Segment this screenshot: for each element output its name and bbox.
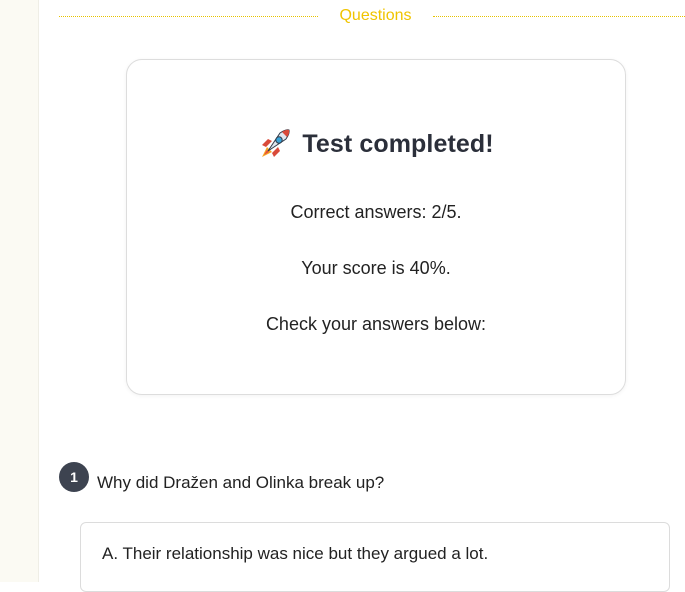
check-answers-text: Check your answers below: bbox=[265, 314, 487, 334]
section-title: Questions bbox=[339, 7, 412, 24]
left-rail bbox=[0, 0, 39, 582]
divider-line-left bbox=[59, 16, 318, 17]
rocket-icon bbox=[258, 127, 292, 161]
result-heading: Test completed! bbox=[127, 124, 625, 164]
question-text: Why did Dražen and Olinka break up? bbox=[97, 473, 385, 492]
divider-line-right bbox=[433, 16, 685, 17]
score-text: Your score is 40%. bbox=[301, 258, 451, 278]
question-number-badge: 1 bbox=[59, 462, 89, 492]
result-title: Test completed! bbox=[302, 129, 494, 158]
answer-option-label: A. Their relationship was nice but they … bbox=[102, 544, 489, 563]
section-divider: Questions bbox=[59, 6, 685, 28]
result-card: Test completed! Correct answers: 2/5. Yo… bbox=[126, 59, 626, 395]
correct-answers-text: Correct answers: 2/5. bbox=[290, 202, 462, 222]
